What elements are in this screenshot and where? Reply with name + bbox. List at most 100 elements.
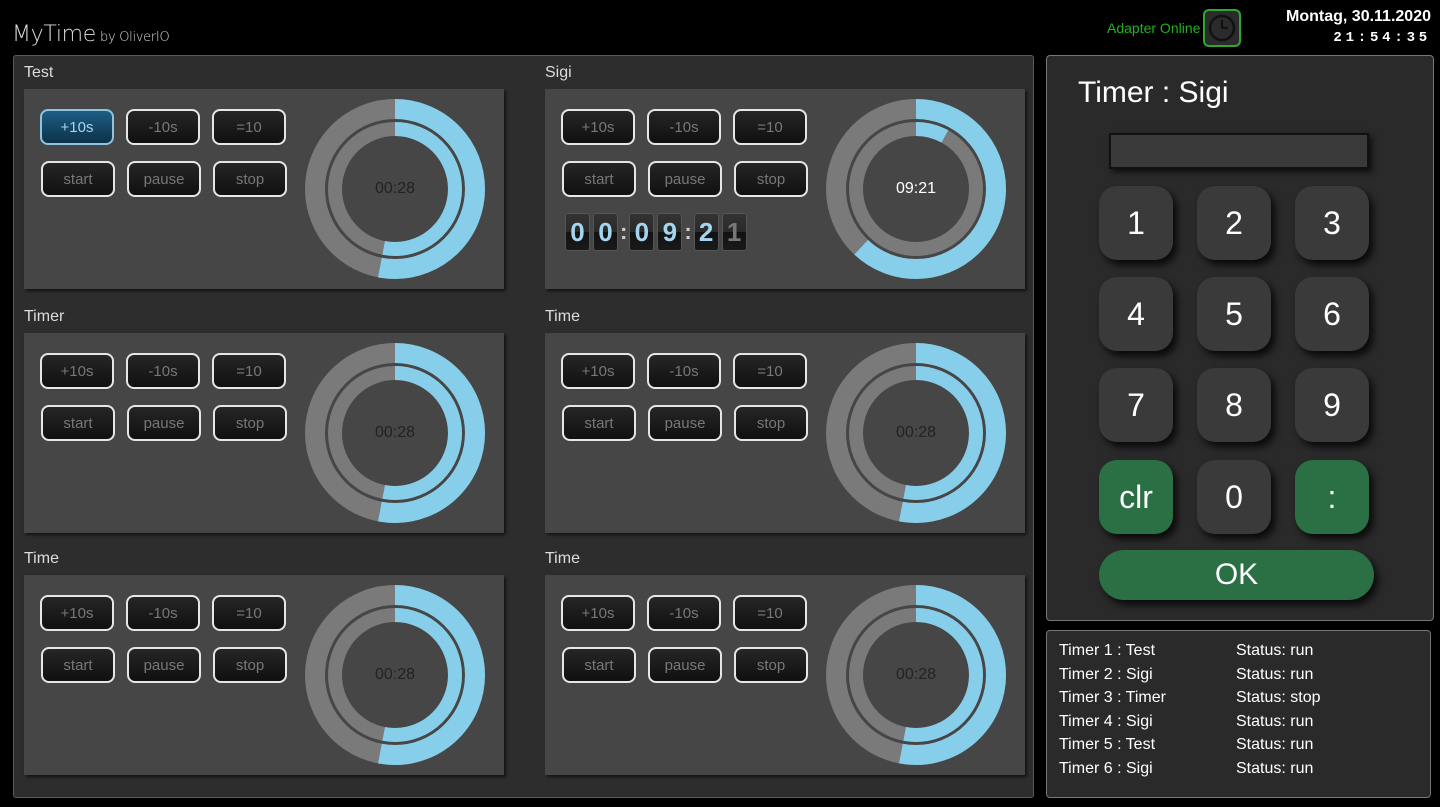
flip-digit: 0 [565, 213, 590, 251]
timer-card: +10s -10s =10 start pause stop 00:28 [24, 333, 504, 533]
status-timer-name: Timer 1 : Test [1059, 642, 1156, 659]
pause-button[interactable]: pause [648, 647, 722, 683]
keypad-panel: Timer : Sigi OK 1 2 3 4 5 6 7 8 9 clr 0: [1046, 55, 1434, 621]
stop-button[interactable]: stop [734, 161, 808, 197]
app-byline: by OliverIO [100, 30, 170, 45]
clear-button[interactable]: clr [1099, 460, 1173, 534]
stop-button[interactable]: stop [213, 161, 287, 197]
minus-10s-button[interactable]: -10s [647, 109, 721, 145]
plus-10s-button[interactable]: +10s [561, 353, 635, 389]
status-panel: Timer 1 : Test Status: run Timer 2 : Sigi S… [1046, 630, 1431, 798]
stop-button[interactable]: stop [734, 405, 808, 441]
plus-10s-button[interactable]: +10s [40, 353, 114, 389]
flip-digit: 9 [657, 213, 683, 251]
plus-10s-button[interactable]: +10s [561, 109, 635, 145]
key-9[interactable]: 9 [1295, 368, 1369, 442]
plus-10s-button[interactable]: +10s [40, 595, 114, 631]
timer-label: Sigi [545, 64, 572, 81]
flip-digit: 0 [593, 213, 618, 251]
flip-separator: : [684, 219, 692, 244]
timer-card: +10s -10s =10 start pause stop 00:28 [24, 575, 504, 775]
app-title: MyTime by OliverIO [12, 22, 170, 47]
flip-digit: 2 [693, 213, 719, 251]
status-timer-name: Timer 4 : Sigi [1059, 712, 1153, 730]
key-2[interactable]: 2 [1197, 186, 1271, 260]
pause-button[interactable]: pause [648, 161, 722, 197]
minus-10s-button[interactable]: -10s [126, 595, 200, 631]
status-row: Timer 6 : Sigi Status: run [1059, 760, 1419, 782]
start-button[interactable]: start [562, 647, 636, 683]
plus-10s-button[interactable]: +10s [561, 595, 635, 631]
key-3[interactable]: 3 [1295, 186, 1369, 260]
timer-display: 00:28 [374, 666, 416, 683]
set-10-button[interactable]: =10 [733, 353, 807, 389]
status-row: Timer 1 : Test Status: run [1059, 642, 1419, 664]
stop-button[interactable]: stop [213, 405, 287, 441]
stop-button[interactable]: stop [734, 647, 808, 683]
keypad-display[interactable] [1109, 133, 1369, 169]
colon-key[interactable]: : [1295, 460, 1369, 534]
timer-label: Time [545, 550, 580, 567]
stop-button[interactable]: stop [213, 647, 287, 683]
start-button[interactable]: start [562, 161, 636, 197]
key-0[interactable]: 0 [1197, 460, 1271, 534]
status-timer-name: Timer 5 : Test [1059, 736, 1156, 753]
key-6[interactable]: 6 [1295, 277, 1369, 351]
timer-card: +10s -10s =10 start pause stop 00:28 [24, 89, 504, 289]
plus-10s-button[interactable]: +10s [40, 109, 114, 145]
start-button[interactable]: start [41, 405, 115, 441]
status-value: Status: run [1236, 736, 1314, 753]
status-timer-name: Timer 3 : Timer [1059, 689, 1166, 706]
status-row: Timer 4 : Sigi Status: run [1059, 713, 1419, 735]
minus-10s-button[interactable]: -10s [126, 109, 200, 145]
flip-digit: 0 [629, 213, 655, 251]
timer-label: Time [545, 308, 580, 325]
key-8[interactable]: 8 [1197, 368, 1271, 442]
set-10-button[interactable]: =10 [212, 353, 286, 389]
timer-card: +10s -10s =10 start pause stop 00:28 [545, 333, 1025, 533]
status-row: Timer 5 : Test Status: run [1059, 736, 1419, 758]
start-button[interactable]: start [562, 405, 636, 441]
start-button[interactable]: start [41, 161, 115, 197]
status-timer-name: Timer 2 : Sigi [1059, 665, 1153, 683]
status-value: Status: run [1236, 759, 1314, 777]
flip-clock: 00:09:21 [565, 213, 750, 251]
timer-card: +10s -10s =10 start pause stop 00:28 [545, 575, 1025, 775]
status-value: Status: run [1236, 642, 1314, 659]
pause-button[interactable]: pause [127, 405, 201, 441]
flip-separator: : [620, 219, 628, 244]
flip-digit: 1 [721, 213, 747, 251]
set-10-button[interactable]: =10 [733, 595, 807, 631]
minus-10s-button[interactable]: -10s [647, 595, 721, 631]
timer-label: Test [24, 64, 54, 81]
key-4[interactable]: 4 [1099, 277, 1173, 351]
timer-display: 00:28 [895, 666, 937, 683]
set-10-button[interactable]: =10 [212, 595, 286, 631]
key-1[interactable]: 1 [1099, 186, 1173, 260]
status-value: Status: run [1236, 712, 1314, 730]
pause-button[interactable]: pause [648, 405, 722, 441]
pause-button[interactable]: pause [127, 647, 201, 683]
start-button[interactable]: start [41, 647, 115, 683]
timer-display: 00:28 [895, 424, 937, 441]
adapter-status: Adapter Online [1107, 20, 1201, 36]
key-7[interactable]: 7 [1099, 368, 1173, 442]
status-row: Timer 3 : Timer Status: stop [1059, 689, 1419, 711]
status-row: Timer 2 : Sigi Status: run [1059, 666, 1419, 688]
pause-button[interactable]: pause [127, 161, 201, 197]
minus-10s-button[interactable]: -10s [126, 353, 200, 389]
timer-display: 09:21 [895, 180, 937, 197]
clock-icon[interactable] [1203, 9, 1241, 47]
status-value: Status: stop [1236, 689, 1321, 706]
key-5[interactable]: 5 [1197, 277, 1271, 351]
set-10-button[interactable]: =10 [212, 109, 286, 145]
current-time: 21:54:35 [1333, 30, 1431, 46]
timers-panel: Test +10s -10s =10 start pause stop 00:28 Sigi +1… [13, 55, 1034, 798]
timer-display: 00:28 [374, 424, 416, 441]
ok-button[interactable]: OK [1099, 550, 1374, 600]
timer-label: Time [24, 550, 59, 567]
set-10-button[interactable]: =10 [733, 109, 807, 145]
timer-card: +10s -10s =10 start pause stop 09:21 0 0:0 9:2 1 [545, 89, 1025, 289]
current-date: Montag, 30.11.2020 [1286, 8, 1431, 25]
minus-10s-button[interactable]: -10s [647, 353, 721, 389]
